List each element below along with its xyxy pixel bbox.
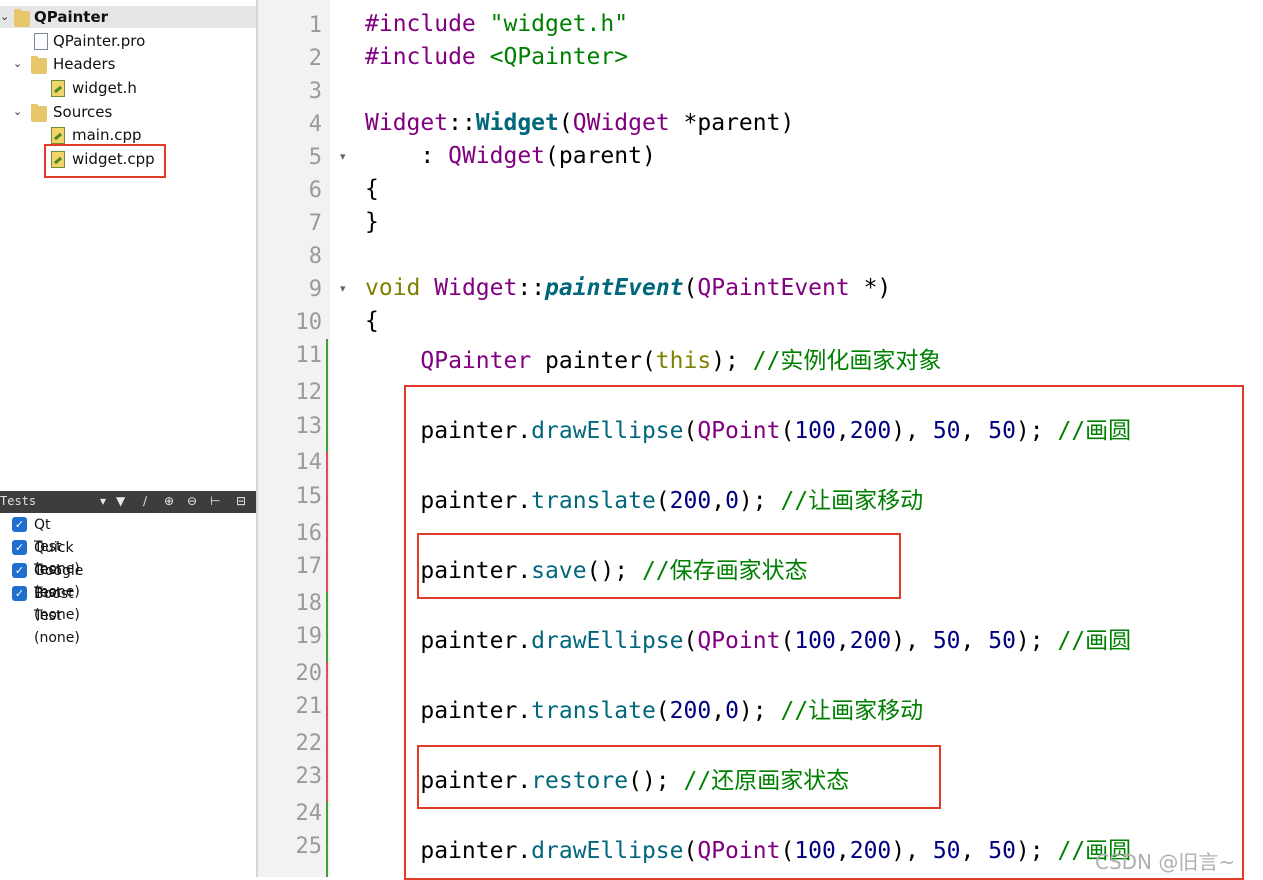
source-file-icon [51,127,65,144]
code-line: } [365,209,379,235]
fold-arrow-icon[interactable]: ▾ [340,150,346,163]
line-number: 23 [295,764,323,789]
watermark: CSDN @旧言~ [1095,850,1236,874]
tree-item-pro-file[interactable]: QPainter.pro [0,30,256,52]
split-icon[interactable]: ⊢ [210,494,220,508]
line-number: 21 [295,694,323,719]
highlight-box-save [417,533,901,599]
line-number: 7 [308,211,322,236]
checkbox-checked-icon[interactable]: ✓ [12,540,27,555]
code-line: void Widget::paintEvent(QPaintEvent *) [365,275,892,301]
chevron-down-icon[interactable]: ⌄ [13,101,23,123]
tree-item-label: QPainter.pro [53,32,146,50]
change-marker [326,452,328,592]
line-number: 1 [308,13,322,38]
line-number: 11 [295,343,323,368]
line-number: 17 [295,554,323,579]
tree-item-project[interactable]: ⌄ QPainter [0,6,256,28]
line-number: 5 [308,145,322,170]
line-number: 14 [295,450,323,475]
checkbox-checked-icon[interactable]: ✓ [12,586,27,601]
code-line: #include <QPainter> [365,44,629,70]
line-number: 9 [308,277,322,302]
fold-arrow-icon[interactable]: ▾ [340,282,346,295]
line-number: 22 [295,731,323,756]
expand-icon[interactable]: ⊕ [164,494,174,508]
line-number: 25 [295,834,323,859]
line-number: 3 [308,79,322,104]
change-marker [326,592,328,662]
checkbox-checked-icon[interactable]: ✓ [12,517,27,532]
filter-icon[interactable]: ▼ [116,494,125,508]
tree-item-main-cpp[interactable]: main.cpp [0,124,256,146]
line-number: 16 [295,521,323,546]
chevron-down-icon[interactable]: ⌄ [13,53,23,75]
line-number: 4 [308,112,322,137]
highlight-box [44,144,166,178]
headers-folder-icon [31,56,47,74]
tree-item-widget-h[interactable]: widget.h [0,77,256,99]
change-marker [326,662,328,802]
line-number: 2 [308,46,322,71]
run-icon[interactable]: ∕ [143,494,147,508]
checkbox-checked-icon[interactable]: ✓ [12,563,27,578]
tree-item-sources[interactable]: ⌄ Sources [0,101,256,123]
line-number: 15 [295,484,323,509]
close-panel-icon[interactable]: ⊟ [236,494,246,508]
tree-item-label: QPainter [34,8,109,26]
line-number: 18 [295,591,323,616]
code-line: { [365,176,379,202]
header-file-icon [51,80,65,97]
tree-item-label: Headers [53,55,116,73]
code-line: { [365,308,379,334]
tree-item-label: widget.h [72,79,137,97]
tree-item-label: Sources [53,103,113,121]
line-number: 12 [295,380,323,405]
highlight-box-restore [417,745,941,809]
dropdown-arrow-icon[interactable]: ▾ [100,494,106,508]
tree-item-label: main.cpp [72,126,142,144]
line-number: 19 [295,624,323,649]
collapse-icon[interactable]: ⊖ [187,494,197,508]
change-marker [326,339,328,452]
code-line: #include "widget.h" [365,11,629,37]
line-number: 10 [295,310,323,335]
project-folder-icon [14,9,30,27]
tests-panel-title: Tests [0,494,37,508]
sources-folder-icon [31,104,47,122]
code-line: QPainter painter(this); //实例化画家对象 [420,348,942,374]
pro-file-icon [34,33,48,50]
line-number: 20 [295,661,323,686]
change-marker [326,802,328,877]
tests-toolbar: Tests ▾ ▼ ∕ ⊕ ⊖ ⊢ ⊟ [0,491,256,513]
line-number: 13 [295,414,323,439]
code-line: : QWidget(parent) [365,143,656,169]
line-number: 6 [308,178,322,203]
line-number: 24 [295,801,323,826]
tree-item-headers[interactable]: ⌄ Headers [0,53,256,75]
code-editor[interactable]: 1 2 3 4 5 6 7 8 9 10 11 12 13 14 15 16 1… [258,0,1263,880]
test-item-label: Boost Test (none) [34,586,80,646]
project-panel: ⌄ QPainter QPainter.pro ⌄ Headers widget… [0,0,256,877]
code-line: Widget::Widget(QWidget *parent) [365,110,795,136]
chevron-down-icon[interactable]: ⌄ [0,6,10,28]
line-number: 8 [308,244,322,269]
